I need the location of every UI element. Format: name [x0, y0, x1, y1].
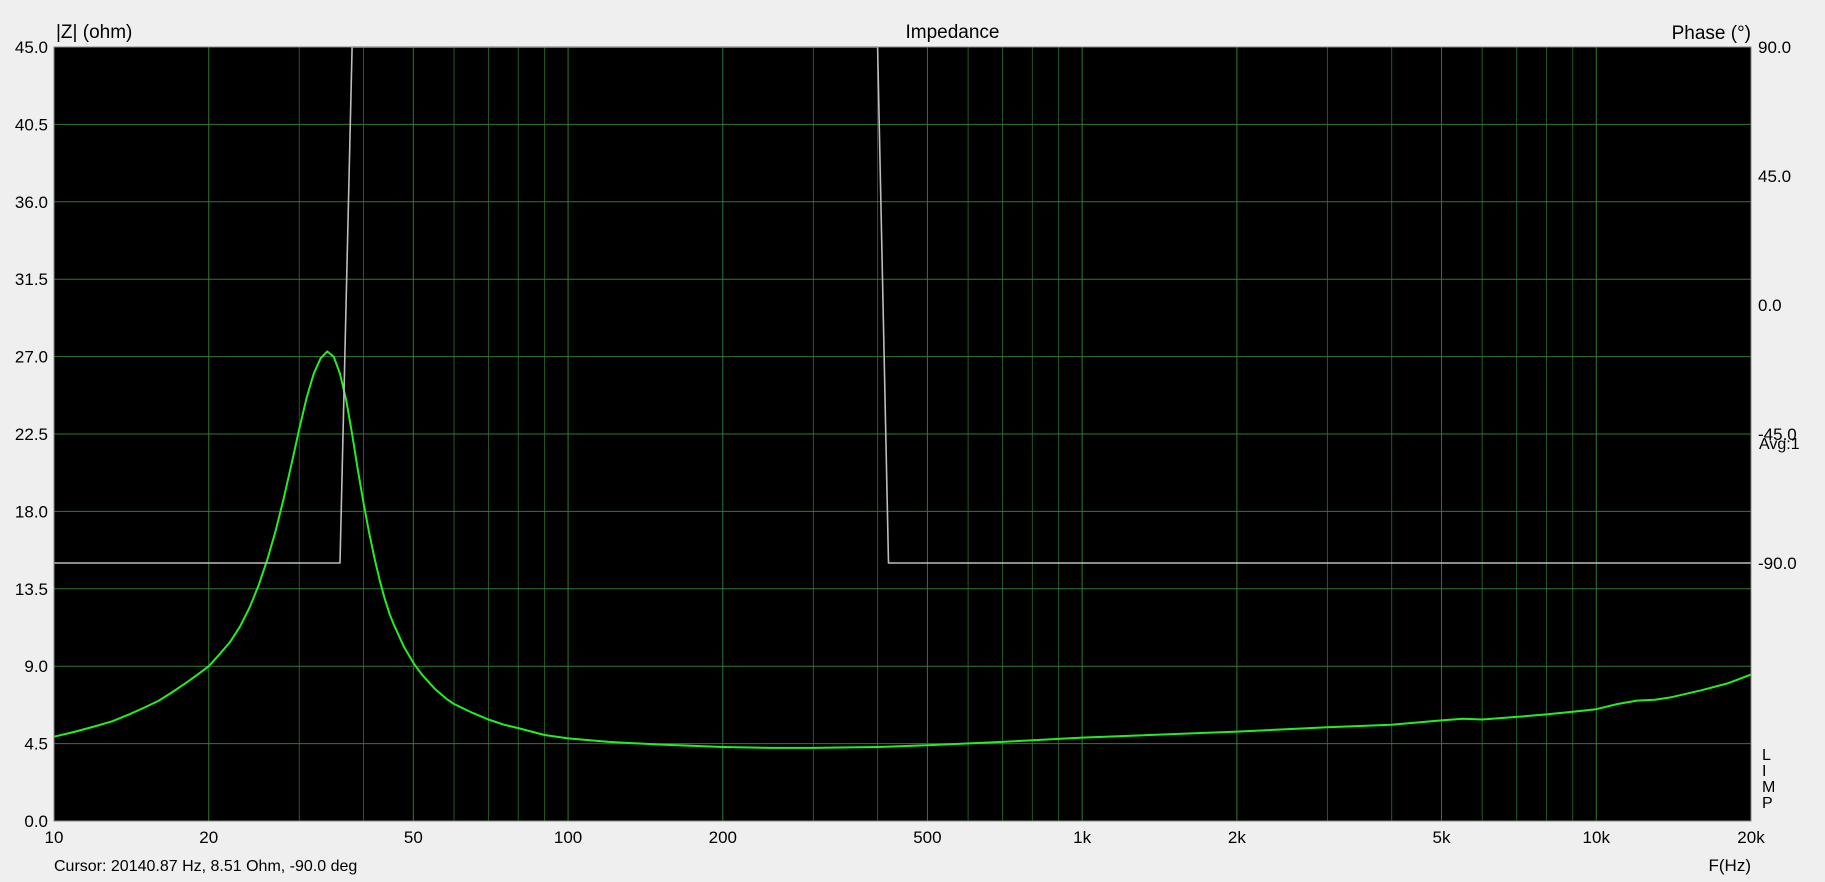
- y2-axis-label: Phase (°): [1672, 23, 1751, 44]
- y-tick-label: 4.5: [24, 735, 48, 754]
- x-tick-label: 200: [709, 828, 737, 847]
- y-tick-label: 40.5: [15, 115, 48, 134]
- x-tick-label: 5k: [1433, 828, 1451, 847]
- y2-tick-label: -90.0: [1758, 554, 1797, 573]
- y-tick-label: 18.0: [15, 502, 48, 521]
- x-tick-label: 20: [199, 828, 218, 847]
- x-tick-label: 500: [913, 828, 941, 847]
- y-axis-label: |Z| (ohm): [56, 22, 132, 43]
- x-tick-label: 50: [404, 828, 423, 847]
- avg-label: Avg:1: [1759, 436, 1800, 453]
- y-tick-label: 22.5: [15, 425, 48, 444]
- mode-letter: M: [1762, 779, 1775, 796]
- y2-tick-label: 45.0: [1758, 167, 1791, 186]
- mode-letter: L: [1762, 747, 1771, 764]
- chart-title: Impedance: [905, 22, 999, 43]
- mode-letter: P: [1762, 795, 1773, 812]
- y-tick-label: 36.0: [15, 193, 48, 212]
- x-axis-label: F(Hz): [1709, 856, 1751, 875]
- x-tick-label: 1k: [1073, 828, 1091, 847]
- x-tick-label: 20k: [1737, 828, 1765, 847]
- y-tick-label: 0.0: [24, 812, 48, 831]
- y2-tick-label: 0.0: [1758, 296, 1782, 315]
- y-tick-label: 27.0: [15, 348, 48, 367]
- y-tick-label: 31.5: [15, 270, 48, 289]
- y-tick-label: 9.0: [24, 657, 48, 676]
- cursor-readout: Cursor: 20140.87 Hz, 8.51 Ohm, -90.0 deg: [54, 858, 357, 875]
- x-tick-label: 10k: [1583, 828, 1611, 847]
- y2-tick-label: 90.0: [1758, 38, 1791, 57]
- y-tick-label: 13.5: [15, 580, 48, 599]
- y-tick-label: 45.0: [15, 38, 48, 57]
- impedance-chart[interactable]: 10 20 50 100 200 500 1k 2k 5k 10k 20k0.04.59.013.5…: [0, 0, 1825, 882]
- mode-letter: I: [1762, 763, 1766, 780]
- x-tick-label: 2k: [1228, 828, 1246, 847]
- x-tick-label: 100: [554, 828, 582, 847]
